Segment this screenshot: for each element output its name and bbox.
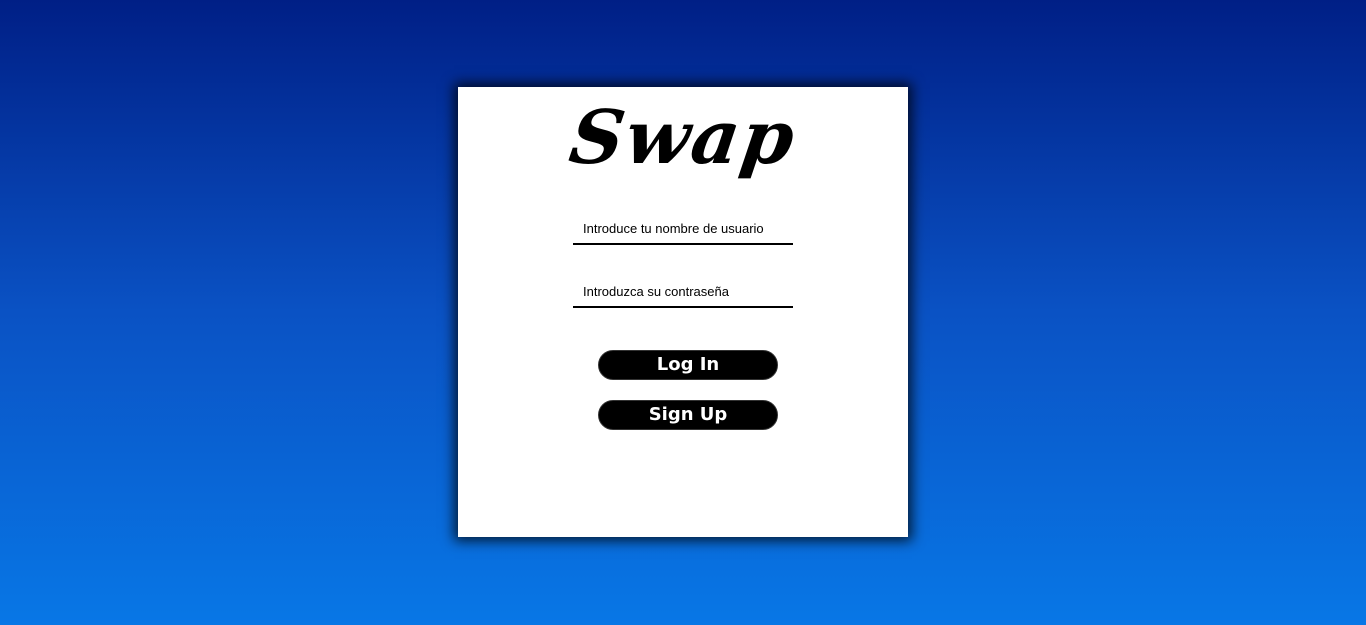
swap-logo: Swap — [564, 95, 802, 181]
login-card: Swap Log In Sign Up — [458, 87, 908, 537]
password-input[interactable] — [573, 276, 793, 308]
login-button[interactable]: Log In — [598, 350, 778, 380]
signup-button[interactable]: Sign Up — [598, 400, 778, 430]
username-input[interactable] — [573, 213, 793, 245]
